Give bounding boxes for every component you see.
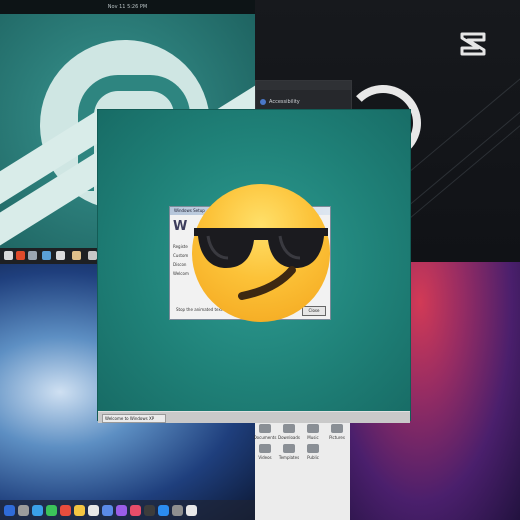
settings-item-accessibility[interactable]: Accessibility (260, 97, 348, 107)
podcasts-icon[interactable] (116, 505, 127, 516)
folder-label: Documents (253, 435, 277, 440)
folder-icon[interactable] (307, 444, 319, 453)
folder-icon[interactable] (331, 424, 343, 433)
settings-icon[interactable] (172, 505, 183, 516)
music-icon[interactable] (130, 505, 141, 516)
sunglasses-emoji-icon (192, 184, 330, 322)
left-taskbar (0, 248, 100, 264)
folder-icon[interactable] (259, 444, 271, 453)
appstore-icon[interactable] (158, 505, 169, 516)
folder-icon[interactable] (259, 424, 271, 433)
finder-icon[interactable] (4, 505, 15, 516)
folder-icon[interactable] (283, 444, 295, 453)
app-icon[interactable] (4, 251, 13, 260)
status-clock[interactable]: Nov 11 5:26 PM (108, 4, 147, 10)
decor-line (395, 62, 520, 231)
xp-taskbar: Welcome to Windows XP (98, 411, 410, 423)
calendar-icon[interactable] (88, 505, 99, 516)
trash-icon[interactable] (186, 505, 197, 516)
capcut-logo-icon (460, 32, 486, 56)
folder-icon[interactable] (307, 424, 319, 433)
launchpad-icon[interactable] (18, 505, 29, 516)
folder-label: Videos (258, 455, 272, 460)
folder-icon[interactable] (283, 424, 295, 433)
terminal-icon[interactable] (56, 251, 65, 260)
settings-item-label: Accessibility (269, 99, 300, 105)
folder-label: Downloads (278, 435, 300, 440)
messages-icon[interactable] (46, 505, 57, 516)
folder-label: Templates (278, 455, 300, 460)
capcut-logo (458, 28, 492, 58)
dock (0, 500, 255, 520)
accessibility-icon (260, 98, 266, 105)
settings-titlebar (256, 81, 351, 90)
folder-label: Music (307, 435, 319, 440)
file-manager: Documents Downloads Music Pictures Video… (253, 420, 350, 520)
browser-icon[interactable] (16, 251, 25, 260)
top-status-bar: Nov 11 5:26 PM (0, 0, 255, 14)
tv-icon[interactable] (144, 505, 155, 516)
photos-icon[interactable] (102, 505, 113, 516)
folder-label: Pictures (329, 435, 345, 440)
notes-icon[interactable] (74, 505, 85, 516)
gear-icon[interactable] (88, 251, 97, 260)
taskbar-button[interactable]: Welcome to Windows XP (102, 414, 166, 423)
folder-label: Public (307, 455, 319, 460)
app-icon[interactable] (42, 251, 51, 260)
app-icon[interactable] (72, 251, 81, 260)
safari-icon[interactable] (32, 505, 43, 516)
sunglasses-icon (194, 228, 328, 300)
folder-icon[interactable] (28, 251, 37, 260)
mail-icon[interactable] (60, 505, 71, 516)
